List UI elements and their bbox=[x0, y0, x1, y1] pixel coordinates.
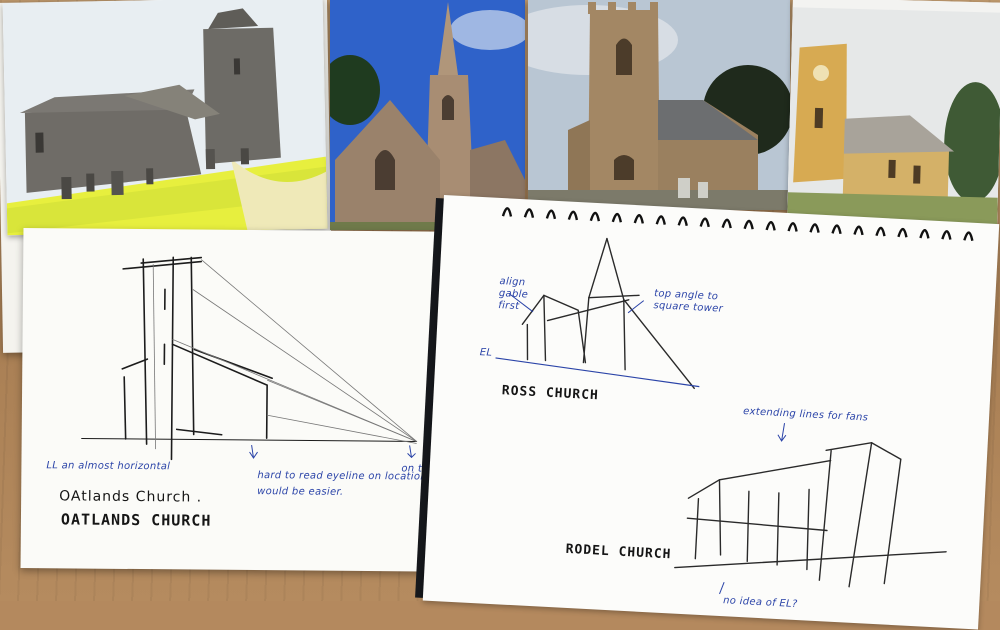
photo-square-tower-church bbox=[528, 0, 790, 210]
caption-oatlands-2: OATLANDS CHURCH bbox=[60, 510, 212, 530]
note-align-gable: align gable first bbox=[498, 276, 529, 313]
photo-tower-church-image bbox=[528, 0, 790, 210]
photo-gothic-church-image bbox=[330, 0, 525, 230]
photo-yellow-church-image bbox=[787, 0, 1000, 228]
caption-oatlands-1: OAtlands Church . bbox=[59, 488, 203, 506]
oatlands-sketch-sheet: LL an almost horizontal hard to read eye… bbox=[20, 228, 480, 572]
ross-eyeline bbox=[495, 357, 700, 388]
photo-stone-church-graveyard bbox=[2, 0, 328, 236]
sketchbook-sketches bbox=[495, 207, 974, 595]
note-top-angle: top angle to square tower bbox=[653, 288, 724, 315]
photo-gothic-spire-church bbox=[330, 0, 525, 230]
tower-left-edge bbox=[142, 258, 148, 445]
photo-yellow-church bbox=[787, 0, 1000, 228]
tower-right-edge bbox=[170, 256, 175, 461]
rodel-church-sketch bbox=[674, 441, 947, 588]
note-horizon: LL an almost horizontal bbox=[46, 460, 171, 473]
sketchbook-page: align gable first top angle to square to… bbox=[422, 195, 1000, 630]
photo-stone-church-image bbox=[2, 0, 328, 236]
note-el: EL bbox=[479, 347, 493, 359]
page-arrow bbox=[407, 445, 416, 459]
eyeline-arrow bbox=[249, 444, 258, 459]
